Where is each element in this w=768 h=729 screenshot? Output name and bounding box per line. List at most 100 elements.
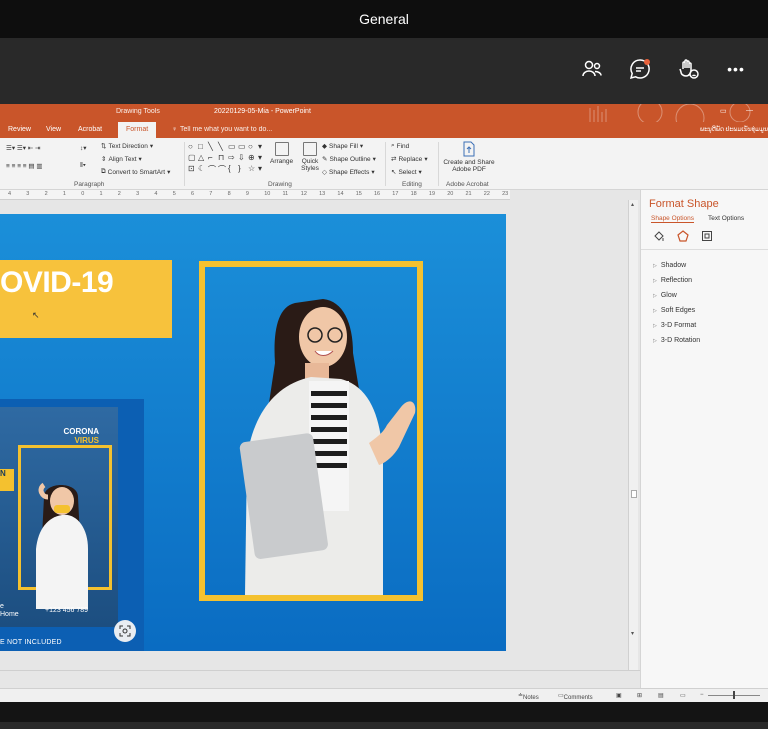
select-icon: ↖ bbox=[391, 169, 397, 176]
notes-button[interactable]: ≐ Notes bbox=[518, 692, 539, 701]
tab-format[interactable]: Format bbox=[118, 122, 157, 138]
ruler-tick: 18 bbox=[410, 191, 417, 197]
flyer-woman-photo bbox=[36, 482, 88, 609]
align-text-icon: ⇕ bbox=[101, 156, 107, 163]
horizontal-scrollbar[interactable] bbox=[0, 670, 640, 690]
slide-heading[interactable]: OVID-19 bbox=[0, 266, 114, 300]
ruler-tick: 14 bbox=[337, 191, 344, 197]
slideshow-icon[interactable]: ▭ bbox=[680, 692, 686, 699]
arrange-button[interactable]: Arrange bbox=[270, 142, 293, 165]
comments-button[interactable]: ▭ Comments bbox=[558, 692, 593, 701]
convert-smartart-button[interactable]: ⧉ Convert to SmartArt ▾ bbox=[101, 168, 170, 176]
ruler-tick: 19 bbox=[428, 191, 436, 197]
group-paragraph: Paragraph bbox=[74, 181, 105, 188]
ruler-tick: 21 bbox=[465, 191, 472, 197]
ruler-tick: 7 bbox=[209, 191, 213, 197]
ribbon-tabs: Review View Acrobat Format ♀ Tell me wha… bbox=[0, 122, 768, 138]
scroll-down-icon[interactable]: ▾ bbox=[631, 630, 634, 637]
ruler-tick: 20 bbox=[447, 191, 454, 197]
reading-view-icon[interactable]: ▤ bbox=[658, 692, 664, 699]
pen-icon: ✎ bbox=[322, 156, 328, 163]
ruler-tick: 3 bbox=[136, 191, 140, 197]
align-buttons[interactable]: ≡ ≡ ≡ ≡ ▤ ▥ bbox=[6, 162, 42, 170]
ruler-tick: 17 bbox=[392, 191, 399, 197]
people-icon[interactable] bbox=[579, 56, 605, 82]
ruler-tick: 15 bbox=[355, 191, 362, 197]
shape-effects-button[interactable]: ◇ Shape Effects ▾ bbox=[322, 168, 375, 177]
fill-line-icon[interactable] bbox=[653, 230, 665, 242]
flyer-phone: +123 456 789 bbox=[45, 607, 89, 614]
pane-title: Format Shape bbox=[649, 198, 719, 210]
group-editing: Editing bbox=[402, 181, 422, 188]
tab-view[interactable]: View bbox=[46, 126, 61, 133]
ribbon: ☰▾ ☰▾ ⇤ ⇥ ↕▾ ≡ ≡ ≡ ≡ ▤ ▥ ⫴▾ ⇅ Text Direct… bbox=[0, 138, 768, 190]
bullets-button[interactable]: ☰▾ ☰▾ ⇤ ⇥ bbox=[6, 144, 41, 152]
find-button[interactable]: ⌕ Find bbox=[391, 142, 409, 150]
ruler-tick: 12 bbox=[300, 191, 307, 197]
tell-me-box[interactable]: Tell me what you want to do... bbox=[180, 126, 272, 133]
shape-outline-button[interactable]: ✎ Shape Outline ▾ bbox=[322, 155, 376, 164]
paint-bucket-icon: ◆ bbox=[322, 143, 327, 150]
focus-button[interactable] bbox=[114, 620, 136, 642]
align-text-button[interactable]: ⇕ Align Text ▾ bbox=[101, 155, 142, 164]
tab-review[interactable]: Review bbox=[8, 126, 31, 133]
mouse-cursor: ↖ bbox=[32, 310, 40, 320]
smartart-icon: ⧉ bbox=[101, 168, 106, 175]
woman-photo[interactable] bbox=[205, 267, 417, 595]
section-shadow[interactable]: ▷ Shadow bbox=[653, 258, 700, 273]
ruler-tick: 11 bbox=[282, 191, 289, 197]
section-3d-format[interactable]: ▷ 3-D Format bbox=[653, 318, 700, 333]
create-share-pdf-button[interactable]: Create and Share Adobe PDF bbox=[442, 141, 496, 173]
slide-sorter-icon[interactable]: ⊞ bbox=[637, 692, 642, 699]
tell-me-icon: ♀ bbox=[172, 126, 178, 133]
flyer-thumbnail[interactable]: CORONA VIRUS N e Home +123 456 789 E NOT I… bbox=[0, 399, 144, 651]
tab-text-options[interactable]: Text Options bbox=[708, 215, 744, 222]
photo-frame[interactable] bbox=[199, 261, 423, 601]
effect-sections: ▷ Shadow ▷ Reflection ▷ Glow ▷ Soft Edges ▷ 3… bbox=[653, 258, 700, 348]
scroll-up-icon[interactable]: ▴ bbox=[631, 201, 634, 208]
find-icon: ⌕ bbox=[391, 142, 395, 149]
section-glow[interactable]: ▷ Glow bbox=[653, 288, 700, 303]
section-soft-edges[interactable]: ▷ Soft Edges bbox=[653, 303, 700, 318]
shape-fill-button[interactable]: ◆ Shape Fill ▾ bbox=[322, 142, 363, 151]
ruler-tick: 16 bbox=[374, 191, 381, 197]
replace-button[interactable]: ⇄ Replace ▾ bbox=[391, 155, 428, 164]
ruler-tick: 5 bbox=[172, 191, 176, 197]
columns-button[interactable]: ⫴▾ bbox=[80, 162, 86, 170]
quick-styles-button[interactable]: Quick Styles bbox=[298, 142, 322, 172]
slide-canvas[interactable]: OVID-19 ↖ CORONA VIRUS N e Home +123 456… bbox=[0, 214, 506, 651]
ruler-tick: 6 bbox=[191, 191, 195, 197]
tab-acrobat[interactable]: Acrobat bbox=[78, 126, 102, 133]
ruler-tick: 4 bbox=[8, 191, 12, 197]
chat-icon[interactable] bbox=[627, 56, 653, 82]
flyer-badge: N bbox=[0, 469, 14, 491]
normal-view-icon[interactable]: ▣ bbox=[616, 692, 622, 699]
select-button[interactable]: ↖ Select ▾ bbox=[391, 168, 422, 177]
pdf-share-icon bbox=[463, 141, 475, 157]
section-3d-rotation[interactable]: ▷ 3-D Rotation bbox=[653, 333, 700, 348]
ruler-tick: 4 bbox=[154, 191, 158, 197]
shapes-gallery[interactable]: ○ □ ╲ ╲ ▭ ▭ ○ ▾ ▢ △ ⌐ ⊓ ⇨ ⇩ ⊕ ▾ ⊡ ☾ ⌒ ⌒{} ☆ ▾ bbox=[188, 142, 268, 176]
group-adobe: Adobe Acrobat bbox=[446, 181, 489, 188]
section-reflection[interactable]: ▷ Reflection bbox=[653, 273, 700, 288]
size-properties-icon[interactable] bbox=[701, 230, 713, 242]
effects-pentagon-icon[interactable] bbox=[677, 230, 689, 242]
focus-icon bbox=[119, 625, 131, 637]
vertical-scrollbar[interactable]: ▴ ▾ bbox=[628, 200, 638, 670]
text-direction-button[interactable]: ⇅ Text Direction ▾ bbox=[101, 142, 153, 151]
line-spacing-button[interactable]: ↕▾ bbox=[80, 144, 87, 152]
group-drawing: Drawing bbox=[268, 181, 292, 188]
scroll-thumb[interactable] bbox=[631, 490, 637, 498]
user-name[interactable]: ພະນຸດີພັດ ປະພມເນັນທຸ່ມມູນ bbox=[700, 126, 768, 133]
zoom-out-icon[interactable]: − bbox=[700, 692, 704, 698]
zoom-thumb[interactable] bbox=[733, 691, 735, 699]
ruler-tick: 1 bbox=[99, 191, 103, 197]
raise-hand-icon[interactable] bbox=[675, 56, 701, 82]
flyer-heading: CORONA VIRUS bbox=[63, 427, 99, 445]
ruler-tick: 2 bbox=[44, 191, 48, 197]
more-icon[interactable]: ••• bbox=[723, 56, 749, 82]
quick-styles-icon bbox=[303, 142, 317, 156]
tab-shape-options[interactable]: Shape Options bbox=[651, 215, 695, 223]
flyer-stay-home: e Home bbox=[0, 603, 19, 618]
ruler-tick: 1 bbox=[62, 191, 66, 197]
